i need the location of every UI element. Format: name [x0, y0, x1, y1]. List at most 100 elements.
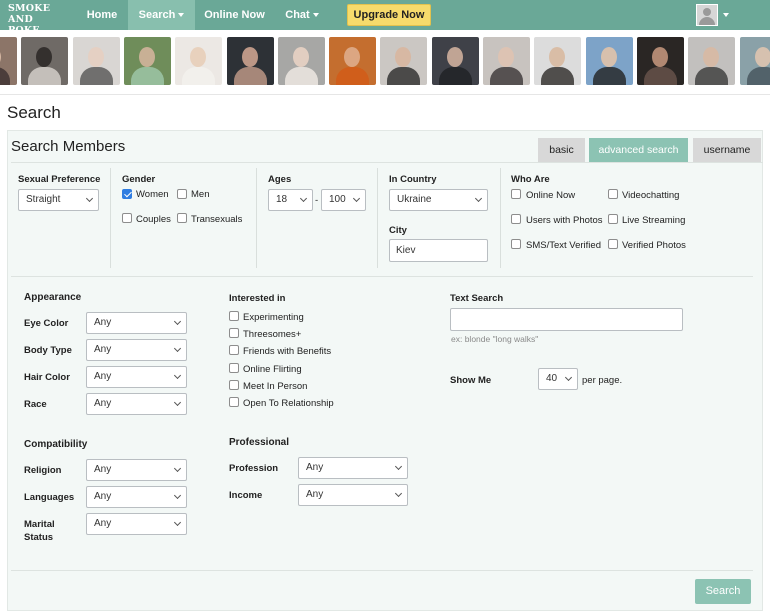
search-button[interactable]: Search [695, 579, 751, 604]
chevron-down-icon [352, 194, 361, 203]
chevron-down-icon [394, 489, 403, 498]
tab-basic[interactable]: basic [538, 138, 585, 162]
profession-value: Any [306, 462, 324, 473]
income-select[interactable]: Any [298, 484, 408, 506]
users-with-photos-checkbox[interactable] [511, 214, 521, 224]
member-photo-face [549, 47, 565, 67]
member-photo-body [439, 67, 472, 85]
nav-chat[interactable]: Chat [275, 0, 329, 30]
member-thumbnail[interactable] [586, 37, 633, 85]
tab-username[interactable]: username [693, 138, 761, 162]
sexual-preference-value: Straight [26, 194, 61, 205]
eye-color-label: Eye Color [24, 318, 69, 329]
verified-photos-checkbox[interactable] [608, 239, 618, 249]
online-flirting-label: Online Flirting [243, 364, 302, 375]
member-photo-face [139, 47, 155, 67]
threesomes-checkbox[interactable] [229, 328, 239, 338]
online-flirting-checkbox[interactable] [229, 363, 239, 373]
gender-couples-checkbox[interactable] [122, 213, 132, 223]
divider [256, 168, 257, 268]
experimenting-checkbox[interactable] [229, 311, 239, 321]
age-min-select[interactable]: 18 [268, 189, 313, 211]
member-thumbnail[interactable] [483, 37, 530, 85]
user-avatar-icon[interactable] [696, 4, 718, 26]
member-photo-body [644, 67, 677, 85]
member-thumbnail[interactable] [278, 37, 325, 85]
hair-color-select[interactable]: Any [86, 366, 187, 388]
divider [11, 276, 753, 277]
member-photo-face [395, 47, 411, 67]
sexual-preference-select[interactable]: Straight [18, 189, 99, 211]
member-thumbnail[interactable] [432, 37, 479, 85]
marital-status-select[interactable]: Any [86, 513, 187, 535]
member-thumbnail[interactable] [637, 37, 684, 85]
professional-heading: Professional [229, 437, 290, 448]
body-type-label: Body Type [24, 345, 72, 356]
languages-select[interactable]: Any [86, 486, 187, 508]
member-thumbnail[interactable] [688, 37, 735, 85]
eye-color-select[interactable]: Any [86, 312, 187, 334]
member-thumbnail[interactable] [124, 37, 171, 85]
body-type-select[interactable]: Any [86, 339, 187, 361]
videochatting-label: Videochatting [622, 190, 680, 201]
city-input[interactable]: Kiev [389, 239, 488, 262]
verified-photos-label: Verified Photos [622, 240, 686, 251]
member-thumbnail[interactable] [380, 37, 427, 85]
online-now-checkbox[interactable] [511, 189, 521, 199]
gender-men-checkbox[interactable] [177, 189, 187, 199]
age-range-separator: - [315, 195, 319, 206]
per-page-value: 40 [546, 373, 558, 384]
member-photo-body [593, 67, 626, 85]
member-photo-body [695, 67, 728, 85]
body-type-value: Any [94, 344, 112, 355]
upgrade-now-button[interactable]: Upgrade Now [347, 4, 431, 26]
live-streaming-label: Live Streaming [622, 215, 686, 226]
member-thumbnail[interactable] [740, 37, 770, 85]
nav-online-now[interactable]: Online Now [197, 0, 272, 30]
religion-select[interactable]: Any [86, 459, 187, 481]
gender-transexuals-label: Transexuals [191, 214, 243, 225]
member-photo-face [601, 47, 617, 67]
member-thumbnail[interactable] [0, 37, 17, 85]
member-thumbnail[interactable] [21, 37, 68, 85]
chevron-down-icon [173, 518, 182, 527]
friends-with-benefits-label: Friends with Benefits [243, 346, 332, 357]
users-with-photos-label: Users with Photos [526, 215, 603, 226]
sms-text-verified-checkbox[interactable] [511, 239, 521, 249]
member-thumbnail[interactable] [329, 37, 376, 85]
age-max-select[interactable]: 100 [321, 189, 366, 211]
logo-line-1: SMOKE [8, 3, 51, 14]
member-photo-face [344, 47, 360, 67]
nav-home[interactable]: Home [78, 0, 126, 30]
member-photo-strip [0, 36, 770, 86]
site-logo[interactable]: SMOKE AND POKE [8, 3, 64, 36]
member-photo-face [293, 47, 309, 67]
chevron-down-icon[interactable] [723, 13, 729, 17]
meet-in-person-checkbox[interactable] [229, 380, 239, 390]
country-select[interactable]: Ukraine [389, 189, 488, 211]
nav-search[interactable]: Search [128, 0, 195, 30]
race-value: Any [94, 398, 112, 409]
race-label: Race [24, 399, 47, 410]
videochatting-checkbox[interactable] [608, 189, 618, 199]
chevron-down-icon [178, 13, 185, 18]
gender-women-checkbox[interactable] [122, 189, 132, 199]
marital-status-label-line-2: Status [24, 532, 54, 543]
member-photo-body [131, 67, 164, 85]
tab-advanced-search[interactable]: advanced search [589, 138, 688, 162]
profession-select[interactable]: Any [298, 457, 408, 479]
text-search-input[interactable] [450, 308, 683, 331]
member-thumbnail[interactable] [534, 37, 581, 85]
per-page-select[interactable]: 40 [538, 368, 578, 390]
member-thumbnail[interactable] [73, 37, 120, 85]
page-title: Search [7, 103, 61, 122]
member-thumbnail[interactable] [175, 37, 222, 85]
religion-value: Any [94, 464, 112, 475]
friends-with-benefits-checkbox[interactable] [229, 345, 239, 355]
member-thumbnail[interactable] [227, 37, 274, 85]
open-to-relationship-checkbox[interactable] [229, 397, 239, 407]
gender-transexuals-checkbox[interactable] [177, 213, 187, 223]
live-streaming-checkbox[interactable] [608, 214, 618, 224]
race-select[interactable]: Any [86, 393, 187, 415]
sexual-preference-label: Sexual Preference [18, 174, 101, 185]
